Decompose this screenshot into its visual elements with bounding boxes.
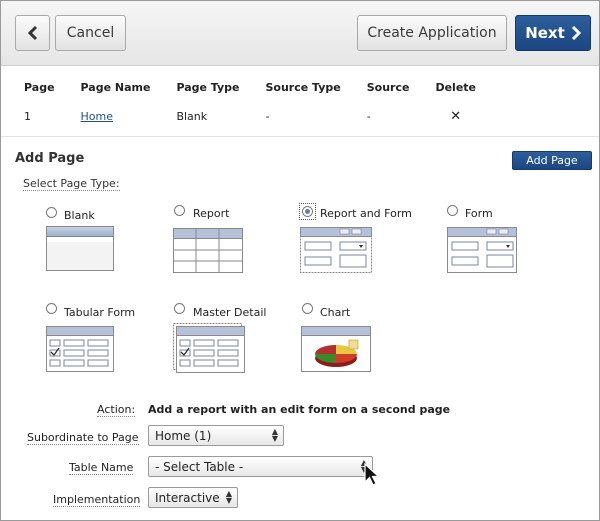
create-application-button[interactable]: Create Application [357,15,507,51]
tabular-form-thumbnail[interactable] [46,326,114,372]
page-type-label: Report [193,207,230,220]
section-divider [1,136,599,137]
subordinate-select-value: Home (1) [155,428,212,443]
next-button-label: Next [525,24,565,42]
next-button[interactable]: Next [515,15,591,51]
radio-form[interactable] [447,205,458,216]
mouse-pointer-icon [364,463,381,486]
col-delete: Delete [435,81,477,94]
cancel-button[interactable]: Cancel [55,15,126,51]
implementation-select-value: Interactive [155,490,220,505]
radio-report[interactable] [174,205,185,216]
page-type-label: Chart [320,306,351,319]
cell-source: - [366,109,371,123]
pages-table: Page Page Name Page Type Source Type Sou… [15,81,493,126]
pages-table-header: Page Page Name Page Type Source Type Sou… [15,81,493,106]
page-type-label: Form [465,207,493,220]
master-detail-thumbnail[interactable] [173,323,245,373]
subordinate-to-page-select[interactable]: Home (1) ▲ ▼ [148,425,284,446]
radio-blank[interactable] [46,207,57,218]
blank-thumbnail[interactable] [46,226,114,271]
radio-chart[interactable] [302,303,313,314]
subordinate-to-page-label: Subordinate to Page [27,431,139,445]
radio-report-and-form[interactable] [302,206,313,217]
add-page-title: Add Page [15,151,85,166]
implementation-label: Implementation [53,493,141,507]
select-page-type-label: Select Page Type: [23,177,120,191]
chart-thumbnail[interactable] [301,326,371,372]
col-page-name: Page Name [80,81,151,94]
report-thumbnail[interactable] [173,228,243,273]
page-type-label: Report and Form [320,207,412,220]
wizard-toolbar: Cancel Create Application Next [1,1,599,66]
chevron-left-icon [27,25,37,41]
back-button[interactable] [15,15,50,51]
thumb-header-bar [47,227,113,237]
cell-source-type: - [265,109,270,123]
add-page-button[interactable]: Add Page [512,151,592,170]
table-select-value: - Select Table - [155,459,244,474]
col-page: Page [24,81,55,94]
cell-delete: ✕ [426,106,493,126]
table-name-label: Table Name [69,461,134,475]
col-source: Source [366,81,410,94]
page-type-label: Master Detail [193,306,267,319]
report-and-form-thumbnail[interactable] [300,227,372,273]
implementation-select[interactable]: Interactive ▲ ▼ [148,487,238,508]
action-label: Action: [97,403,136,417]
page-type-label: Blank [64,209,95,222]
cell-page-type: Blank [176,109,208,123]
thumb-body [47,242,113,270]
col-page-type: Page Type [176,81,240,94]
wizard-frame: Cancel Create Application Next Page Page… [0,0,600,521]
chevron-right-icon [571,26,581,40]
action-description: Add a report with an edit form on a seco… [148,403,451,416]
radio-tabular-form[interactable] [46,303,57,314]
table-name-select[interactable]: - Select Table - ▲ ▼ [148,456,373,477]
col-source-type: Source Type [265,81,341,94]
form-thumbnail[interactable] [447,227,517,273]
select-arrows-icon: ▲ ▼ [225,489,232,505]
radio-master-detail[interactable] [174,303,185,314]
page-name-link[interactable]: Home [81,110,113,123]
select-arrows-icon: ▲ ▼ [271,427,278,443]
cell-page: 1 [24,109,31,123]
table-row: 1 Home Blank - - ✕ [15,106,493,126]
delete-close-icon[interactable]: ✕ [450,109,461,124]
page-type-label: Tabular Form [64,306,136,319]
cell-page-name: Home [72,106,168,126]
